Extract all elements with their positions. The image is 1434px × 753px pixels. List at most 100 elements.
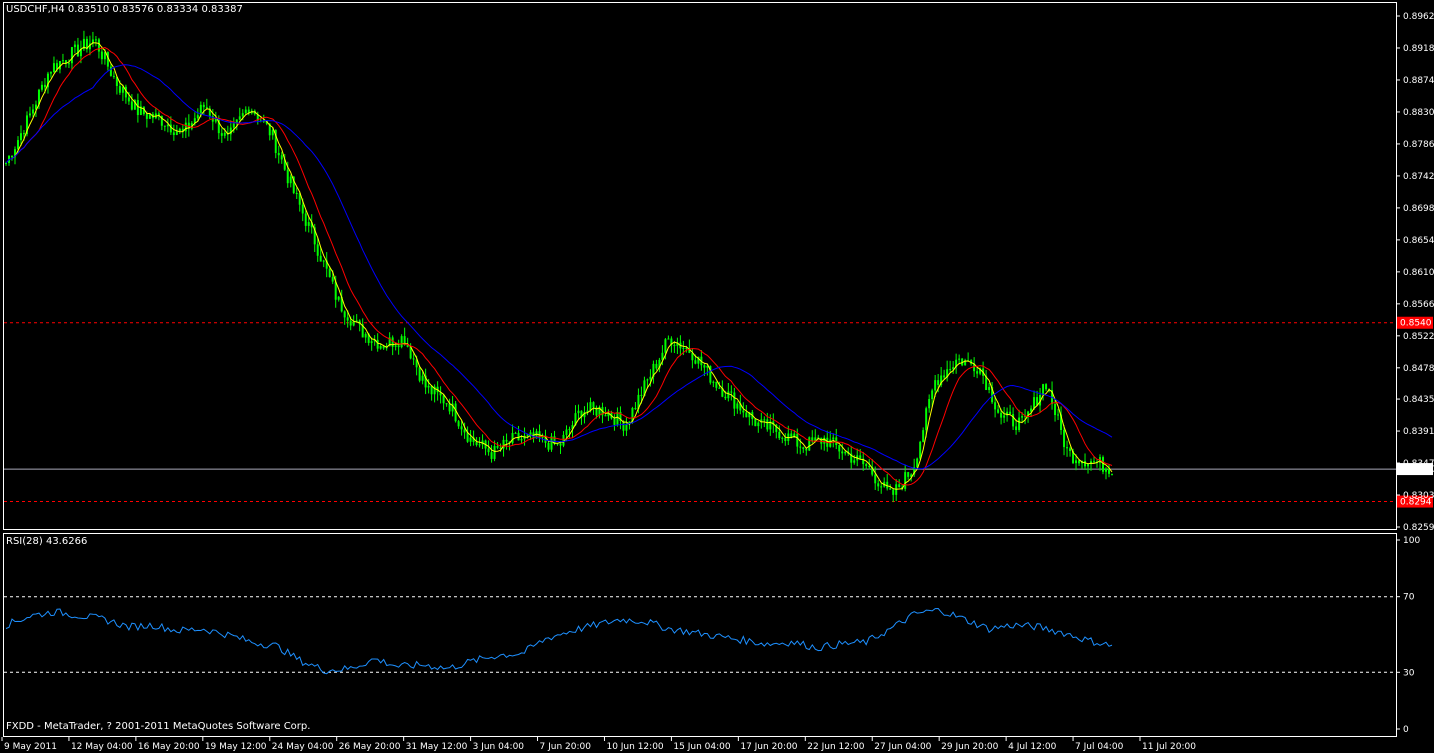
time-tick-label: 9 May 2011 <box>4 742 57 752</box>
candle-body <box>73 44 76 48</box>
candle-body <box>478 444 481 446</box>
candle-body <box>16 140 19 150</box>
candle-body <box>889 488 892 490</box>
candle-body <box>1003 415 1006 418</box>
candle-body <box>241 113 244 117</box>
candle-body <box>52 63 55 73</box>
candle-body <box>343 311 346 318</box>
candle-body <box>400 336 403 348</box>
candle-body <box>565 429 568 435</box>
candle-body <box>937 380 940 385</box>
candle-body <box>802 447 805 449</box>
candle-body <box>232 123 235 128</box>
candle-body <box>505 439 508 442</box>
candle-body <box>244 109 247 114</box>
price-tick-label: 0.88300 <box>1403 108 1434 118</box>
time-tick-label: 3 Jun 04:00 <box>473 742 525 752</box>
time-tick-label: 31 May 12:00 <box>406 742 468 752</box>
candle-body <box>865 464 868 467</box>
candle-body <box>832 437 835 440</box>
candle-body <box>379 345 382 349</box>
candle-body <box>667 338 670 340</box>
candle-body <box>397 345 400 348</box>
candle-body <box>1045 384 1048 390</box>
candle-body <box>40 84 43 90</box>
candle-body <box>877 483 880 487</box>
candle-body <box>907 472 910 477</box>
candle-body <box>547 442 550 450</box>
candle-body <box>5 162 7 164</box>
candle-body <box>145 114 148 119</box>
candle-body <box>976 371 979 374</box>
time-tick-label: 22 Jun 12:00 <box>807 742 864 752</box>
candle-body <box>703 365 706 368</box>
candle-body <box>322 260 325 262</box>
candle-body <box>1093 461 1096 463</box>
candle-body <box>112 75 115 77</box>
candle-body <box>220 133 223 136</box>
price-tick-label: 0.84350 <box>1403 395 1434 405</box>
candle-body <box>1018 417 1021 431</box>
candle-body <box>931 390 934 400</box>
candle-body <box>280 155 283 160</box>
candle-body <box>202 104 205 108</box>
candle-body <box>754 418 757 427</box>
price-tick-label: 0.85660 <box>1403 300 1434 310</box>
candle-body <box>868 466 871 468</box>
candle-body <box>61 60 64 62</box>
candle-body <box>31 109 34 114</box>
rsi-tick-label: 0 <box>1403 725 1409 735</box>
candle-body <box>922 430 925 442</box>
candle-body <box>331 277 334 282</box>
candle-body <box>853 460 856 463</box>
candle-body <box>97 39 100 52</box>
candle-body <box>715 381 718 388</box>
candle-body <box>718 387 721 389</box>
candle-body <box>67 63 70 65</box>
candle-body <box>880 486 883 488</box>
candle-body <box>487 448 490 453</box>
time-tick-label: 15 Jun 04:00 <box>673 742 730 752</box>
candle-body <box>691 352 694 361</box>
candle-body <box>562 434 565 446</box>
level-price-label: 0.8540 <box>1400 319 1432 329</box>
candle-body <box>640 394 643 396</box>
candle-body <box>43 84 46 88</box>
candle-body <box>448 403 451 412</box>
candle-body <box>724 396 727 399</box>
rsi-indicator-label: RSI(28) 43.6266 <box>6 536 88 547</box>
candle-body <box>682 347 685 349</box>
candle-body <box>685 347 688 349</box>
candle-body <box>163 125 166 127</box>
time-tick-label: 10 Jun 12:00 <box>606 742 663 752</box>
candle-body <box>1084 461 1087 467</box>
candle-body <box>175 131 178 136</box>
candle-body <box>1066 447 1069 449</box>
price-tick-label: 0.89180 <box>1403 44 1434 54</box>
candle-body <box>304 213 307 226</box>
candle-body <box>307 222 310 226</box>
candle-body <box>559 443 562 446</box>
candle-body <box>757 422 760 427</box>
candle-body <box>1105 468 1108 472</box>
candle-body <box>271 129 274 136</box>
price-tick-label: 0.82590 <box>1403 523 1434 533</box>
candle-body <box>1087 464 1090 467</box>
time-tick-label: 24 May 04:00 <box>272 742 334 752</box>
candle-body <box>655 363 658 369</box>
candle-body <box>178 128 181 132</box>
candle-body <box>136 100 139 116</box>
candle-body <box>838 445 841 452</box>
candle-body <box>742 410 745 413</box>
candle-body <box>928 399 931 409</box>
candle-body <box>568 429 571 431</box>
candle-body <box>301 204 304 214</box>
candle-body <box>22 133 25 135</box>
candle-body <box>997 409 1000 413</box>
candle-body <box>820 437 823 444</box>
candle-body <box>1015 426 1018 431</box>
candle-body <box>286 169 289 184</box>
candle-body <box>421 375 424 381</box>
candle-body <box>205 107 208 109</box>
candle-body <box>799 446 802 448</box>
